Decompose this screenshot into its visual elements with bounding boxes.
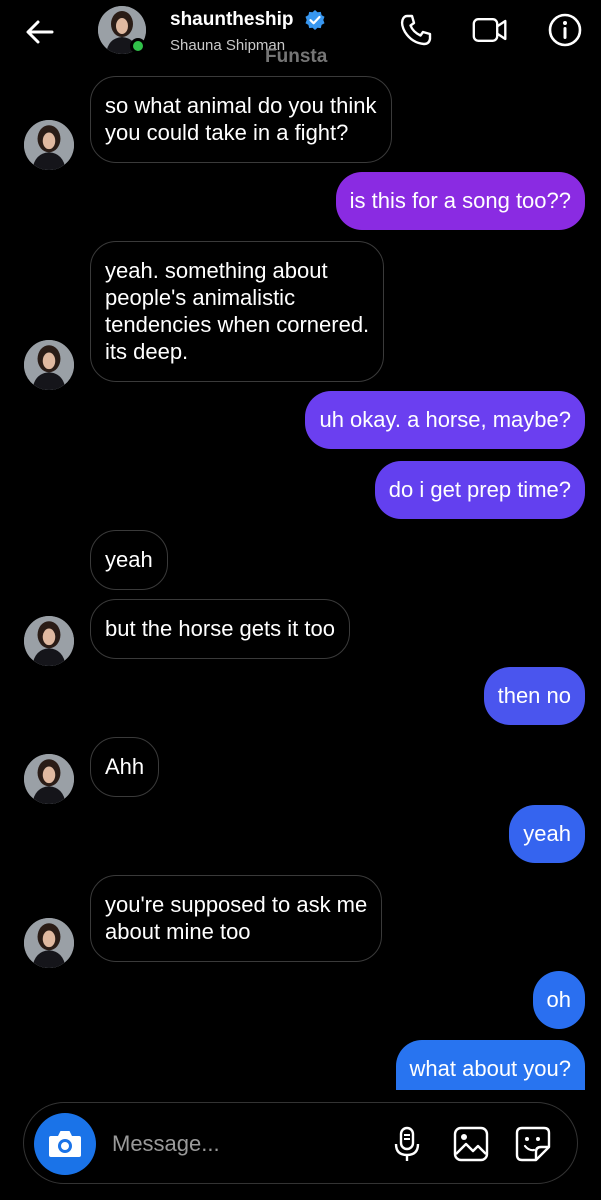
camera-icon: [49, 1131, 81, 1157]
sender-avatar[interactable]: [24, 340, 74, 390]
incoming-message[interactable]: yeah: [90, 530, 168, 590]
sender-avatar[interactable]: [24, 120, 74, 170]
incoming-message[interactable]: you're supposed to ask me about mine too: [90, 875, 383, 962]
video-camera-icon[interactable]: [472, 12, 508, 48]
incoming-message[interactable]: so what animal do you think you could ta…: [90, 76, 392, 163]
outgoing-message[interactable]: oh: [532, 971, 585, 1029]
verified-badge-icon: [305, 10, 325, 30]
incoming-message[interactable]: Ahh: [90, 737, 160, 797]
sender-avatar[interactable]: [24, 616, 74, 666]
back-arrow-icon[interactable]: [22, 14, 58, 50]
microphone-icon[interactable]: [388, 1125, 426, 1163]
outgoing-message[interactable]: then no: [483, 667, 585, 725]
chat-header: shauntheship Shauna Shipman Funsta: [0, 0, 601, 67]
outgoing-message[interactable]: uh okay. a horse, maybe?: [305, 391, 585, 449]
outgoing-message[interactable]: yeah: [509, 805, 585, 863]
sender-avatar[interactable]: [24, 918, 74, 968]
watermark-text: Funsta: [265, 46, 328, 67]
outgoing-message[interactable]: do i get prep time?: [374, 461, 585, 519]
gallery-icon[interactable]: [452, 1125, 490, 1163]
camera-button[interactable]: [34, 1113, 96, 1175]
message-composer: [23, 1102, 578, 1184]
online-status-dot: [130, 38, 146, 54]
incoming-message[interactable]: but the horse gets it too: [90, 599, 350, 659]
outgoing-message[interactable]: what about you?: [395, 1040, 585, 1090]
sender-avatar[interactable]: [24, 754, 74, 804]
sticker-icon[interactable]: [514, 1125, 552, 1163]
incoming-message[interactable]: yeah. something about people's animalist…: [90, 241, 385, 382]
message-input[interactable]: [112, 1128, 362, 1160]
chat-username[interactable]: shauntheship: [170, 9, 294, 31]
info-icon[interactable]: [547, 12, 583, 48]
phone-icon[interactable]: [398, 12, 434, 48]
outgoing-message[interactable]: is this for a song too??: [335, 172, 585, 230]
